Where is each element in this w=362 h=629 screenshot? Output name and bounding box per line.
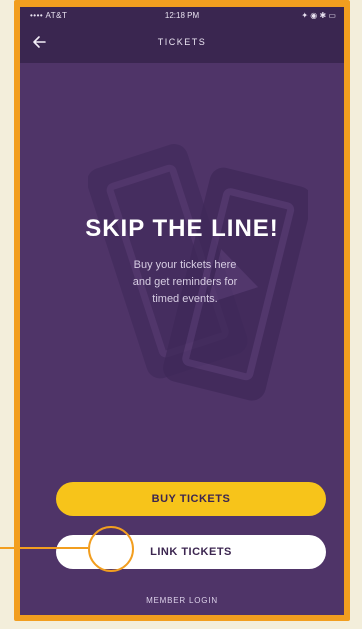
nav-bar: TICKETS bbox=[20, 25, 344, 63]
buy-tickets-button[interactable]: BUY TICKETS bbox=[56, 482, 326, 516]
callout-line bbox=[0, 547, 88, 549]
clock: 12:18 PM bbox=[164, 11, 200, 20]
member-login-link[interactable]: MEMBER LOGIN bbox=[20, 596, 344, 605]
callout-circle bbox=[88, 526, 134, 572]
headline: SKIP THE LINE! bbox=[85, 215, 279, 242]
page-title: TICKETS bbox=[157, 37, 207, 47]
hero-description: Buy your tickets here and get reminders … bbox=[132, 259, 238, 305]
status-icons: ✦ ◉ ✱ ▭ bbox=[301, 11, 336, 20]
phone-screen: •••• AT&T 12:18 PM ✦ ◉ ✱ ▭ TICKETS SKIP … bbox=[20, 7, 344, 615]
status-bar: •••• AT&T 12:18 PM ✦ ◉ ✱ ▭ bbox=[20, 7, 344, 25]
